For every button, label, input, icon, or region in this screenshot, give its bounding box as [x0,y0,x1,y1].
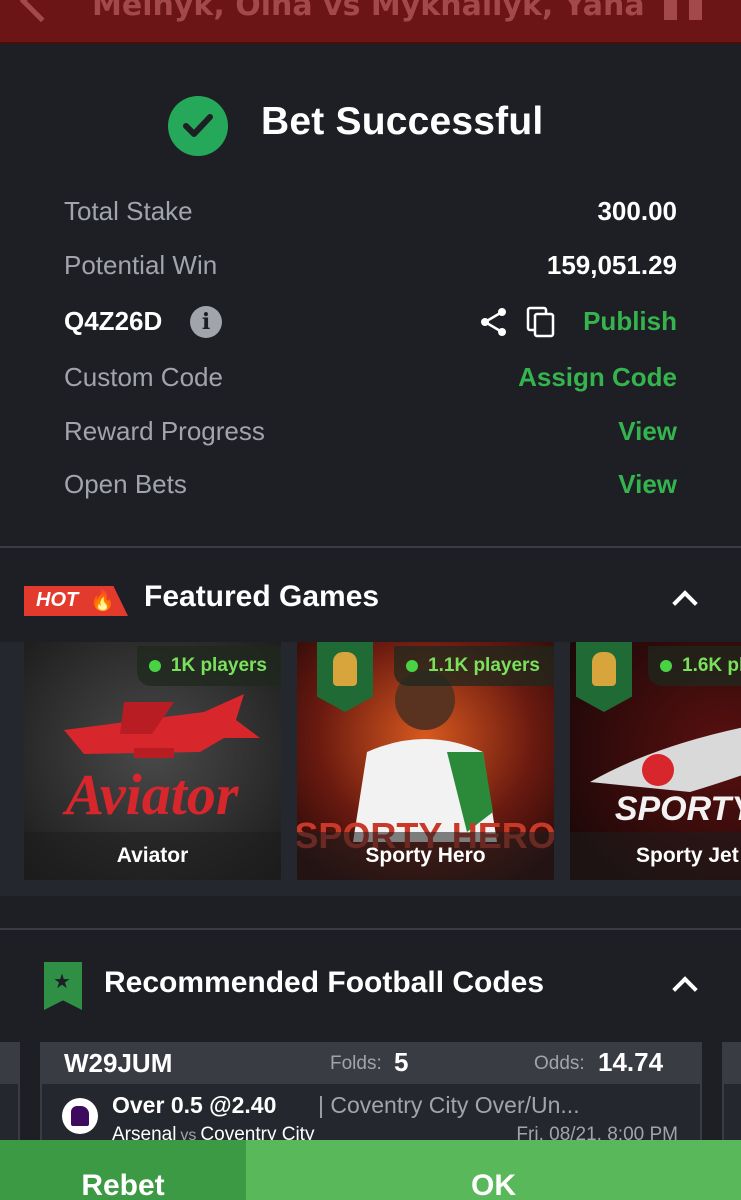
game-card-sporty-jet[interactable]: SPORTY JET 1.6K players Sporty Jet [570,642,741,880]
custom-code-label: Custom Code [64,362,223,392]
home-icon[interactable] [664,0,702,20]
recommended-codes-header[interactable]: ★ Recommended Football Codes [0,954,741,1014]
selection-market: | Coventry City Over/Un... [318,1092,580,1118]
open-bets-view-link[interactable]: View [618,469,677,500]
reward-progress-row: Reward Progress View [64,412,677,452]
chevron-up-icon[interactable] [672,976,698,1002]
publish-link[interactable]: Publish [583,306,677,337]
players-badge: 1.1K players [394,646,554,686]
game-name: Sporty Hero [297,832,554,880]
reward-progress-view-link[interactable]: View [618,416,677,447]
premier-league-icon [62,1098,98,1134]
info-icon[interactable]: i [190,306,222,338]
ok-button[interactable]: OK [246,1140,741,1200]
copy-icon[interactable] [526,306,556,342]
hot-badge: HOT 🔥 [24,586,128,616]
assign-code-link[interactable]: Assign Code [518,362,677,393]
success-title: Bet Successful [261,100,544,143]
players-badge: 1.6K players [648,646,741,686]
game-name: Aviator [24,832,281,880]
divider [0,546,741,548]
players-badge: 1K players [136,646,281,686]
booking-code: Q4Z26D [64,306,163,336]
open-bets-label: Open Bets [64,469,187,499]
selection-pick: Over 0.5 @2.40 [112,1092,277,1118]
folds-value: 5 [394,1047,409,1077]
potential-win-label: Potential Win [64,250,218,280]
reward-progress-label: Reward Progress [64,416,265,446]
share-icon[interactable] [478,306,510,342]
total-stake-label: Total Stake [64,196,193,226]
rebet-button[interactable]: Rebet [0,1140,246,1200]
featured-games-carousel[interactable]: Aviator 1K players Aviator SPORTY HERO 1… [0,642,741,896]
odds-value: 14.74 [598,1047,664,1077]
match-title: Melnyk, Olha vs Mykhailyk, Yana [92,0,645,23]
folds-label: Folds: [330,1053,382,1074]
top-bar: Melnyk, Olha vs Mykhailyk, Yana [0,0,741,44]
bookmark-star-icon: ★ [44,962,82,1010]
custom-code-row: Custom Code Assign Code [64,358,677,398]
total-stake-value: 300.00 [597,196,677,226]
sporty-jet-logo-text: SPORTY JET [615,790,741,828]
success-header: Bet Successful [0,94,741,158]
odds-label: Odds: [534,1053,585,1074]
booking-code-row: Q4Z26D i Publish [64,302,677,342]
potential-win-row: Potential Win 159,051.29 [64,246,677,286]
potential-win-value: 159,051.29 [546,250,677,280]
aviator-logo-text: Aviator [63,762,239,827]
total-stake-row: Total Stake 300.00 [64,192,677,232]
divider [0,928,741,930]
game-card-aviator[interactable]: Aviator 1K players Aviator [24,642,281,880]
check-circle-icon [168,96,228,156]
recommended-codes-title: Recommended Football Codes [104,966,545,999]
featured-games-title: Featured Games [144,580,380,613]
open-bets-row: Open Bets View [64,465,677,505]
game-card-sporty-hero[interactable]: SPORTY HERO 1.1K players Sporty Hero [297,642,554,880]
flame-icon: 🔥 [90,588,115,612]
back-arrow-icon[interactable] [19,0,63,23]
chevron-up-icon[interactable] [672,590,698,616]
share-code: W29JUM [64,1048,173,1078]
game-name: Sporty Jet [570,832,741,880]
featured-games-header[interactable]: HOT 🔥 Featured Games [0,570,741,630]
